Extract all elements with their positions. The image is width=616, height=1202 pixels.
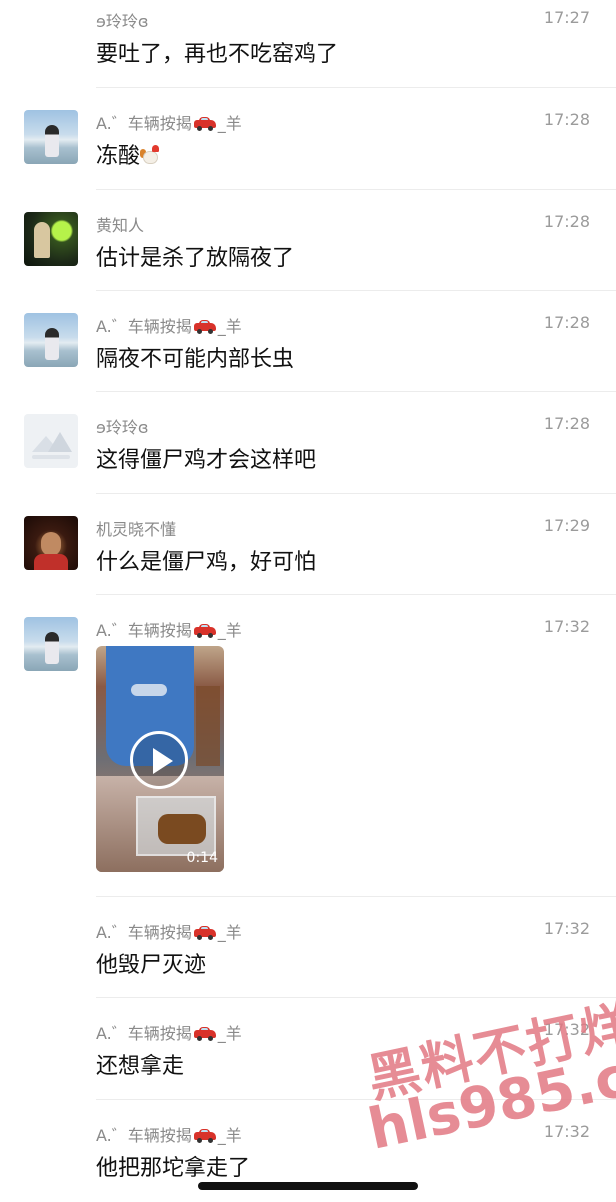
- play-icon[interactable]: [130, 731, 188, 789]
- message-time: 17:32: [543, 1020, 590, 1039]
- message-time: 17:32: [543, 1122, 590, 1141]
- sender-name: A.゛车辆按揭 _羊: [96, 923, 242, 942]
- avatar[interactable]: [24, 414, 78, 468]
- red-car-icon: [193, 320, 216, 334]
- watermark-line-2: hls985.com: [362, 1024, 616, 1163]
- home-indicator[interactable]: [198, 1182, 418, 1190]
- message-time: 17:27: [543, 8, 590, 27]
- message-text[interactable]: 要吐了，再也不吃窑鸡了: [96, 36, 338, 68]
- watermark-line-1: 黑料不打烊: [362, 995, 616, 1110]
- message-time: 17:28: [543, 414, 590, 433]
- sender-name: A.゛车辆按揭 _羊: [96, 1126, 242, 1145]
- video-duration: 0:14: [186, 850, 218, 866]
- divider: [96, 493, 616, 494]
- red-car-icon: [193, 1027, 216, 1041]
- message-time: 17:29: [543, 516, 590, 535]
- red-car-icon: [193, 117, 216, 131]
- sender-name: A.゛车辆按揭 _羊: [96, 114, 242, 133]
- sender-name: 机灵晓不懂: [96, 520, 177, 539]
- sender-name: ɘ玲玲ɞ: [96, 418, 149, 437]
- message-time: 17:28: [543, 212, 590, 231]
- divider: [96, 896, 616, 897]
- sender-name: ɘ玲玲ɞ: [96, 12, 149, 31]
- message-time: 17:32: [543, 919, 590, 938]
- message-text[interactable]: 估计是杀了放隔夜了: [96, 240, 294, 272]
- sender-name: A.゛车辆按揭 _羊: [96, 317, 242, 336]
- divider: [96, 594, 616, 595]
- divider: [96, 997, 616, 998]
- avatar[interactable]: [24, 313, 78, 367]
- sender-name: 黄知人: [96, 216, 145, 235]
- avatar[interactable]: [24, 212, 78, 266]
- sender-name: A.゛车辆按揭 _羊: [96, 621, 242, 640]
- rooster-icon: [140, 144, 162, 166]
- avatar[interactable]: [24, 110, 78, 164]
- message-text[interactable]: 还想拿走: [96, 1048, 184, 1080]
- message-text[interactable]: 这得僵尸鸡才会这样吧: [96, 442, 316, 474]
- sender-name: A.゛车辆按揭 _羊: [96, 1024, 242, 1043]
- avatar[interactable]: [24, 617, 78, 671]
- divider: [96, 87, 616, 88]
- message-text[interactable]: 他毁尸灭迹: [96, 947, 206, 979]
- message-time: 17:32: [543, 617, 590, 636]
- divider: [96, 189, 616, 190]
- avatar[interactable]: [24, 516, 78, 570]
- red-car-icon: [193, 1129, 216, 1143]
- divider: [96, 391, 616, 392]
- red-car-icon: [193, 624, 216, 638]
- watermark: 黑料不打烊 hls985.com: [328, 922, 616, 1200]
- message-time: 17:28: [543, 110, 590, 129]
- message-time: 17:28: [543, 313, 590, 332]
- message-text[interactable]: 他把那坨拿走了: [96, 1150, 250, 1182]
- message-text[interactable]: 什么是僵尸鸡，好可怕: [96, 544, 316, 576]
- divider: [96, 290, 616, 291]
- video-thumbnail[interactable]: 0:14: [96, 646, 224, 872]
- red-car-icon: [193, 926, 216, 940]
- message-text[interactable]: 隔夜不可能内部长虫: [96, 341, 294, 373]
- divider: [96, 1099, 616, 1100]
- message-text[interactable]: 冻酸: [96, 138, 162, 170]
